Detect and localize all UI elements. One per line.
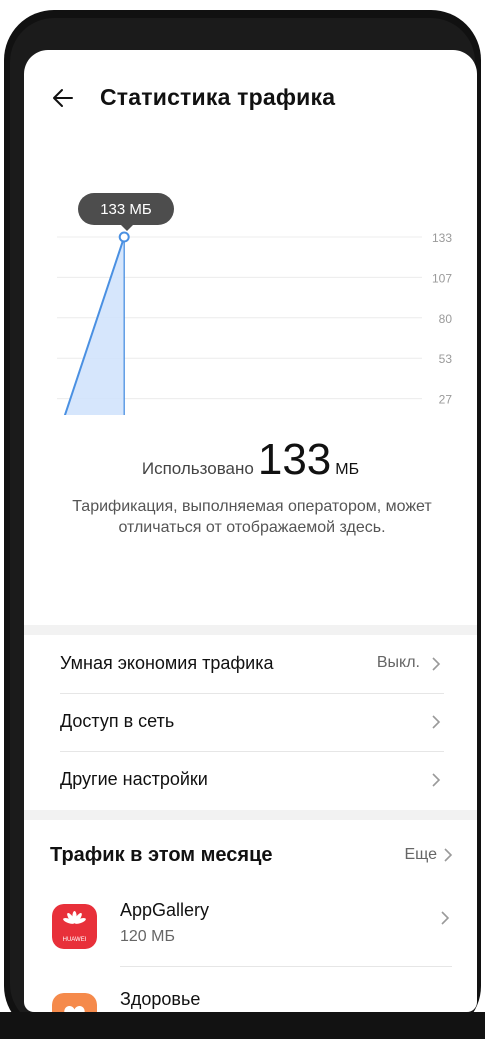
y-tick-label: 133: [432, 231, 452, 245]
phone-bottom-bezel: [0, 1012, 485, 1039]
app-row-appgallery[interactable]: HUAWEI AppGallery 120 МБ: [24, 886, 477, 958]
chart-svg: 1331078053270,0123456: [53, 231, 453, 460]
other-settings-label: Другие настройки: [60, 769, 208, 789]
page-title: Статистика трафика: [100, 84, 336, 110]
y-tick-label: 53: [439, 352, 453, 366]
traffic-chart: 1331078053270,0123456 133 МБ: [24, 145, 477, 460]
usage-summary: Использовано133 МБ: [24, 435, 477, 485]
month-traffic-title: Трафик в этом месяце: [50, 844, 273, 866]
usage-value: 133: [257, 435, 332, 484]
data-point: [118, 231, 130, 243]
chevron-right-icon: [444, 848, 453, 862]
app-row-health[interactable]: Здоровье: [24, 975, 477, 1012]
smart-saver-value: Выкл.: [376, 654, 420, 671]
y-tick-label: 80: [439, 312, 453, 326]
appgallery-icon-text: HUAWEI: [63, 937, 87, 943]
health-icon: [52, 993, 97, 1012]
appgallery-icon: HUAWEI: [52, 904, 97, 949]
chevron-right-icon: [432, 715, 441, 729]
app-name: AppGallery: [120, 900, 210, 920]
app-name: Здоровье: [120, 989, 201, 1009]
section-divider: [24, 625, 477, 635]
usage-label: Использовано: [141, 459, 254, 478]
phone: Статистика трафика 1331078053270,0123456…: [0, 0, 485, 1039]
y-tick-label: 107: [432, 271, 452, 285]
network-access-label: Доступ в сеть: [60, 711, 175, 731]
chart-tooltip: 133 МБ: [78, 193, 174, 231]
network-access-row[interactable]: Доступ в сеть: [60, 693, 444, 752]
smart-saver-row[interactable]: Умная экономия трафика Выкл.: [60, 635, 444, 694]
chevron-right-icon: [432, 773, 441, 787]
y-tick-label: 27: [439, 393, 453, 407]
smart-saver-label: Умная экономия трафика: [60, 653, 274, 673]
more-link[interactable]: Еще: [404, 846, 453, 864]
header: Статистика трафика: [24, 50, 477, 145]
screen: Статистика трафика 1331078053270,0123456…: [24, 50, 477, 1012]
billing-note: Тарификация, выполняемая оператором, мож…: [72, 498, 432, 536]
list-divider: [120, 966, 452, 967]
other-settings-row[interactable]: Другие настройки: [60, 751, 444, 809]
chevron-right-icon: [441, 911, 450, 925]
back-arrow-icon[interactable]: [50, 84, 78, 112]
more-link-label: Еще: [404, 846, 437, 863]
chevron-right-icon: [432, 657, 441, 671]
app-size: 120 МБ: [120, 928, 175, 945]
section-divider: [24, 810, 477, 820]
usage-unit: МБ: [335, 461, 360, 478]
series-area: [57, 237, 125, 439]
